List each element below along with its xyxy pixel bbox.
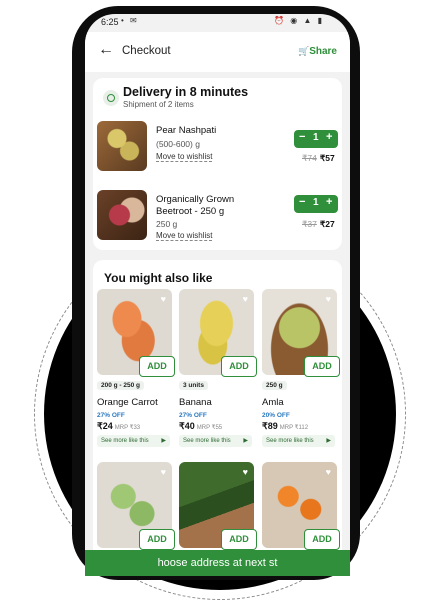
phone-screen: 6:25 • ✉ ⏰ ◉ ▲ ▮ ← Checkout 🛒Share Deliv… — [85, 14, 350, 576]
item-qty: (500-600) g — [156, 139, 200, 149]
heart-icon[interactable]: ♥ — [243, 467, 248, 477]
see-more-label: See more like this — [183, 438, 231, 444]
see-more-button[interactable]: See more like this ▶ — [97, 435, 170, 447]
delivery-card: Delivery in 8 minutes Shipment of 2 item… — [93, 78, 342, 250]
add-button[interactable]: ADD — [221, 356, 257, 377]
share-button[interactable]: 🛒Share — [298, 46, 337, 57]
cart-item: Organically Grown Beetroot - 250 g 250 g… — [93, 190, 342, 248]
play-icon: ▶ — [161, 438, 166, 444]
selling-price: ₹57 — [319, 153, 335, 163]
notification-icons: • ✉ — [121, 16, 139, 25]
cart-icon: 🛒 — [297, 46, 310, 56]
section-title: You might also like — [104, 271, 213, 285]
product-name: Orange Carrot — [97, 397, 158, 408]
suggestions-card: You might also like ♥ ADD 200 g - 250 g … — [93, 260, 342, 576]
price-value: ₹89 — [262, 421, 278, 431]
see-more-button[interactable]: See more like this ▶ — [262, 435, 335, 447]
mrp-value: MRP ₹55 — [196, 425, 223, 431]
mrp: ₹37 — [302, 219, 317, 229]
play-icon: ▶ — [326, 438, 331, 444]
back-arrow-icon[interactable]: ← — [98, 41, 114, 59]
quantity-value: 1 — [313, 197, 319, 208]
item-name: Pear Nashpati — [156, 125, 217, 136]
product-price: ₹40 MRP ₹55 — [179, 421, 222, 432]
minus-button[interactable]: − — [299, 196, 305, 208]
product-name: Amla — [262, 397, 284, 408]
choose-address-button[interactable]: hoose address at next st — [85, 550, 350, 576]
play-icon: ▶ — [243, 438, 248, 444]
weight-badge: 3 units — [179, 381, 208, 390]
app-bar: ← Checkout 🛒Share — [85, 32, 350, 72]
heart-icon[interactable]: ♥ — [326, 294, 331, 304]
product-name: Banana — [179, 397, 212, 408]
system-icons: ⏰ ◉ ▲ ▮ — [274, 16, 324, 25]
move-to-wishlist-link[interactable]: Move to wishlist — [156, 152, 213, 162]
quantity-stepper: − 1 + — [294, 195, 338, 213]
discount-label: 27% OFF — [179, 412, 207, 419]
minus-button[interactable]: − — [299, 131, 305, 143]
see-more-label: See more like this — [266, 438, 314, 444]
page-title: Checkout — [122, 45, 171, 57]
weight-badge: 200 g - 250 g — [97, 381, 145, 390]
add-button[interactable]: ADD — [304, 529, 340, 550]
discount-label: 27% OFF — [97, 412, 125, 419]
see-more-button[interactable]: See more like this ▶ — [179, 435, 252, 447]
item-price: ₹74 ₹57 — [302, 153, 335, 164]
cart-item: Pear Nashpati (500-600) g Move to wishli… — [93, 121, 342, 179]
heart-icon[interactable]: ♥ — [161, 294, 166, 304]
item-qty: 250 g — [156, 219, 178, 229]
add-button[interactable]: ADD — [304, 356, 340, 377]
heart-icon[interactable]: ♥ — [243, 294, 248, 304]
clock-icon — [103, 90, 119, 106]
status-time: 6:25 — [101, 17, 119, 27]
price-value: ₹40 — [179, 421, 195, 431]
pear-image — [97, 121, 147, 171]
beetroot-image — [97, 190, 147, 240]
discount-label: 20% OFF — [262, 412, 290, 419]
product-price: ₹24 MRP ₹33 — [97, 421, 140, 432]
plus-button[interactable]: + — [326, 131, 332, 143]
weight-badge: 250 g — [262, 381, 287, 390]
item-name-line2: Beetroot - 250 g — [156, 206, 225, 217]
status-bar: 6:25 • ✉ ⏰ ◉ ▲ ▮ — [85, 14, 350, 32]
mrp-value: MRP ₹112 — [279, 425, 309, 431]
price-value: ₹24 — [97, 421, 113, 431]
heart-icon[interactable]: ♥ — [326, 467, 331, 477]
mrp-value: MRP ₹33 — [114, 425, 141, 431]
add-button[interactable]: ADD — [139, 529, 175, 550]
quantity-stepper: − 1 + — [294, 130, 338, 148]
plus-button[interactable]: + — [326, 196, 332, 208]
mrp: ₹74 — [302, 153, 317, 163]
item-name: Organically Grown — [156, 194, 235, 205]
shipment-subtitle: Shipment of 2 items — [123, 100, 194, 109]
selling-price: ₹27 — [319, 219, 335, 229]
heart-icon[interactable]: ♥ — [161, 467, 166, 477]
see-more-label: See more like this — [101, 438, 149, 444]
add-button[interactable]: ADD — [221, 529, 257, 550]
delivery-title: Delivery in 8 minutes — [123, 85, 249, 99]
add-button[interactable]: ADD — [139, 356, 175, 377]
share-label: Share — [309, 46, 337, 57]
move-to-wishlist-link[interactable]: Move to wishlist — [156, 231, 213, 241]
product-price: ₹89 MRP ₹112 — [262, 421, 308, 432]
quantity-value: 1 — [313, 132, 319, 143]
item-price: ₹37 ₹27 — [302, 219, 335, 230]
